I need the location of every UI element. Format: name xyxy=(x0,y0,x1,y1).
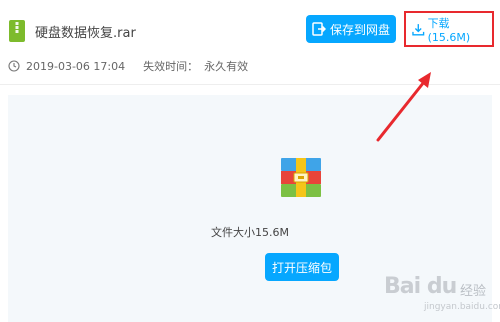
file-name: 硬盘数据恢复.rar xyxy=(35,26,136,41)
expiry-value: 永久有效 xyxy=(204,60,249,73)
baidu-watermark: Bai du 经验 jingyan.baidu.com xyxy=(384,270,500,322)
download-button[interactable]: 下载(15.6M) xyxy=(410,15,490,44)
save-to-cloud-button[interactable]: 保存到网盘 xyxy=(306,15,396,43)
divider xyxy=(0,84,500,85)
file-size-label: 文件大小15.6M xyxy=(211,226,289,239)
save-to-cloud-label: 保存到网盘 xyxy=(329,22,390,37)
open-archive-button[interactable]: 打开压缩包 xyxy=(265,253,339,281)
watermark-logo: Bai du xyxy=(384,274,457,299)
save-to-cloud-icon xyxy=(312,22,326,36)
rar-file-icon xyxy=(9,20,25,42)
watermark-suffix: 经验 xyxy=(460,284,487,299)
download-icon xyxy=(412,23,425,35)
watermark-url: jingyan.baidu.com xyxy=(424,302,500,312)
clock-icon xyxy=(8,60,20,72)
expiry-label: 失效时间： xyxy=(143,60,199,73)
file-meta-row: 2019-03-06 17:04 失效时间： 永久有效 xyxy=(8,58,248,74)
download-label: 下载(15.6M) xyxy=(427,16,471,44)
upload-date: 2019-03-06 17:04 xyxy=(26,59,126,73)
archive-icon xyxy=(281,158,321,197)
